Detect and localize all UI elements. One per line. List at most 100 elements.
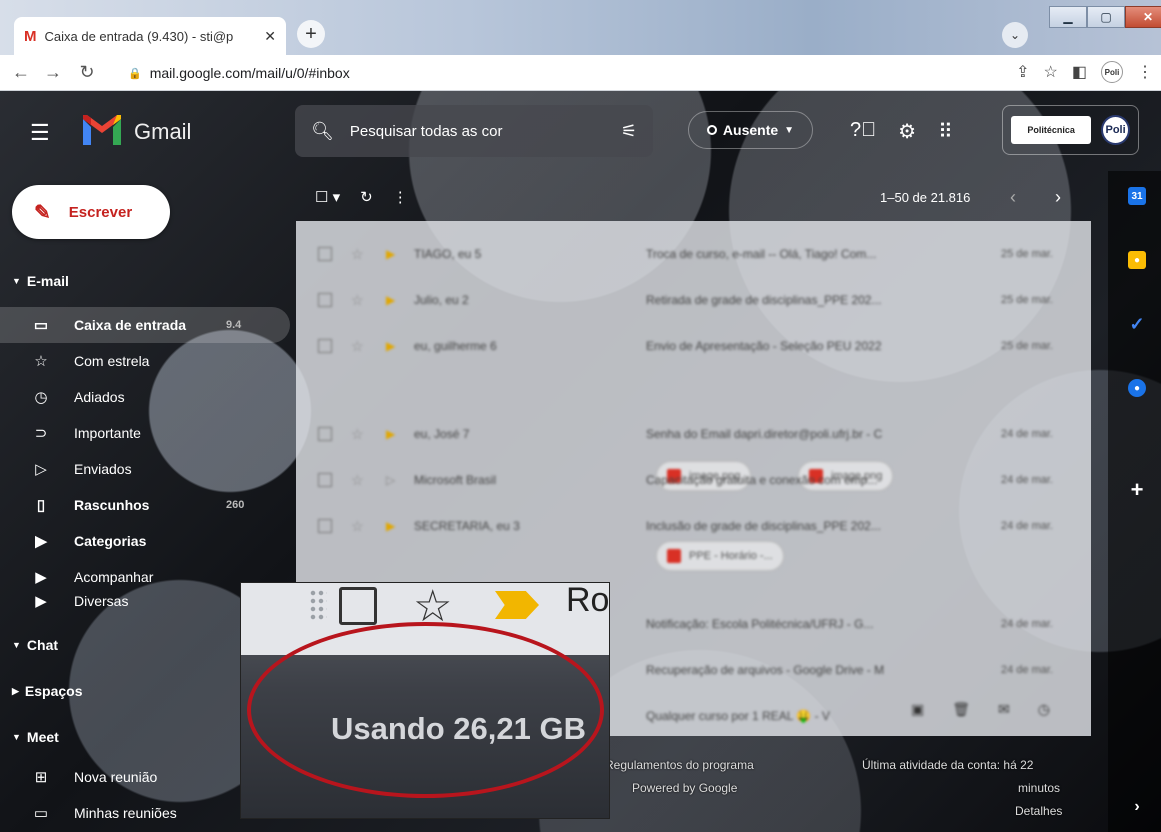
tab-close-icon[interactable]: ✕ (264, 28, 276, 45)
important-marker-icon[interactable]: ▶ (386, 339, 395, 353)
compose-button[interactable]: ✎ Escrever (12, 185, 170, 239)
browser-tab[interactable]: M Caixa de entrada (9.430) - sti@p ✕ (14, 17, 286, 55)
row-checkbox[interactable] (318, 473, 332, 487)
refresh-icon[interactable]: ↻ (360, 188, 373, 206)
search-input[interactable]: Pesquisar todas as cor (350, 123, 621, 140)
drag-handle-icon (309, 589, 327, 621)
important-marker-icon[interactable]: ▷ (386, 473, 395, 487)
sidebar-section-chat[interactable]: ▼ Chat (0, 637, 58, 653)
caret-down-icon: ▼ (12, 732, 21, 742)
settings-gear-icon[interactable]: ⚙ (898, 119, 916, 144)
share-icon[interactable]: ⇪ (1016, 62, 1029, 82)
sidebar-item-inbox[interactable]: ▭ Caixa de entrada 9.4 (0, 307, 290, 343)
sidebar-item-important[interactable]: ⊃ Importante (0, 415, 290, 451)
search-bar[interactable]: 🔍︎ Pesquisar todas as cor ⚟ (295, 105, 653, 157)
account-switcher[interactable]: Politécnica Poli (1002, 105, 1139, 155)
star-icon[interactable]: ☆ (351, 292, 364, 309)
tab-search-chevron-icon[interactable]: ⌄ (1002, 22, 1028, 48)
minimize-button[interactable]: ▁ (1049, 6, 1087, 28)
search-options-icon[interactable]: ⚟ (621, 121, 637, 142)
sidebar-item-sent[interactable]: ▷ Enviados (0, 451, 290, 487)
archive-icon[interactable]: ▣ (911, 701, 924, 718)
row-checkbox[interactable] (318, 339, 332, 353)
email-row[interactable]: ☆ ▶ TIAGO, eu 5 Troca de curso, e-mail -… (296, 231, 1091, 277)
date: 25 de mar. (1001, 294, 1053, 306)
browser-actions: ⇪ ☆ ◧ Poli ⋮ (1016, 61, 1153, 83)
forward-arrow-icon[interactable]: → (40, 62, 66, 83)
prev-page-icon[interactable]: ‹ (1010, 187, 1016, 208)
important-marker-icon[interactable]: ▶ (386, 427, 395, 441)
more-actions-icon[interactable]: ⋮ (393, 188, 408, 206)
star-icon[interactable]: ☆ (351, 246, 364, 263)
next-page-icon[interactable]: › (1055, 187, 1061, 208)
row-checkbox[interactable] (318, 293, 332, 307)
keep-app-icon[interactable]: ● (1128, 251, 1146, 269)
email-row[interactable]: ☆ ▷ Microsoft Brasil Capacitação gratuit… (296, 457, 1091, 503)
row-checkbox[interactable] (318, 519, 332, 533)
star-icon[interactable]: ☆ (351, 472, 364, 489)
contacts-app-icon[interactable]: ● (1128, 379, 1146, 397)
reload-icon[interactable]: ↻ (74, 62, 100, 83)
meet-item-label: Nova reunião (74, 769, 158, 785)
label-icon: ▶ (35, 569, 47, 586)
important-marker-icon[interactable]: ▶ (386, 293, 395, 307)
more-menu-icon[interactable]: ⋮ (1137, 62, 1153, 82)
sidebar-item-drafts[interactable]: ▯ Rascunhos 260 (0, 487, 290, 523)
gmail-header: ☰ Gmail 🔍︎ Pesquisar todas as cor ⚟ Ause… (0, 91, 1161, 171)
footer-powered: Powered by Google (632, 781, 738, 795)
close-window-button[interactable]: ✕ (1125, 6, 1161, 28)
zoomed-important-icon (495, 591, 539, 619)
status-dropdown[interactable]: Ausente ▼ (688, 111, 813, 149)
important-marker-icon[interactable]: ▶ (386, 247, 395, 261)
email-row[interactable]: ☆ ▶ eu, guilherme 6 Envio de Apresentaçã… (296, 323, 1091, 369)
footer-details-link[interactable]: Detalhes (1015, 804, 1062, 818)
apps-grid-icon[interactable]: ⠿ (938, 119, 953, 144)
add-app-icon[interactable]: + (1128, 477, 1146, 502)
help-icon[interactable]: ?⃝ (850, 119, 876, 144)
browser-tab-bar: M Caixa de entrada (9.430) - sti@p ✕ + ⌄… (0, 0, 1161, 55)
sidebar-section-email[interactable]: ▼ E-mail (0, 273, 69, 289)
sidebar-item-label: Categorias (74, 533, 147, 549)
sidebar-item-snoozed[interactable]: ◷ Adiados (0, 379, 290, 415)
pagination-label: 1–50 de 21.816 (880, 189, 971, 205)
label-icon: ▶ (35, 533, 47, 550)
attachment-chip[interactable]: PPE - Horário -... (656, 541, 784, 571)
date: 24 de mar. (1001, 428, 1053, 440)
url-field[interactable]: 🔒 mail.google.com/mail/u/0/#inbox (128, 59, 1058, 87)
main-menu-icon[interactable]: ☰ (30, 120, 50, 146)
mark-read-icon[interactable]: ✉ (998, 701, 1010, 718)
subject: Qualquer curso por 1 REAL 🤑 - V (646, 709, 830, 723)
side-panel-icon[interactable]: ◧ (1072, 62, 1087, 82)
row-checkbox[interactable] (318, 247, 332, 261)
account-avatar[interactable]: Poli (1101, 115, 1130, 145)
organization-logo: Politécnica (1011, 116, 1092, 144)
calendar-icon: ▭ (33, 805, 49, 822)
maximize-button[interactable]: ▢ (1087, 6, 1125, 28)
sidebar-section-spaces[interactable]: ▶ Espaços (0, 683, 83, 699)
star-icon[interactable]: ☆ (351, 338, 364, 355)
email-row[interactable]: ☆ ▶ Julio, eu 2 Retirada de grade de dis… (296, 277, 1091, 323)
search-icon[interactable]: 🔍︎ (311, 121, 334, 142)
sidebar-item-label: Rascunhos (74, 497, 150, 513)
important-marker-icon[interactable]: ▶ (386, 519, 395, 533)
new-tab-button[interactable]: + (297, 20, 325, 48)
email-row[interactable]: ☆ ▶ eu, José 7 Senha do Email dapri.dire… (296, 411, 1091, 457)
footer-minutes: minutos (1018, 781, 1061, 795)
expand-panel-icon[interactable]: › (1128, 798, 1146, 816)
star-icon[interactable]: ☆ (351, 426, 364, 443)
back-arrow-icon[interactable]: ← (8, 62, 34, 83)
snooze-icon[interactable]: ◷ (1038, 701, 1050, 718)
profile-avatar[interactable]: Poli (1101, 61, 1123, 83)
sidebar-item-categories[interactable]: ▶ Categorias (0, 523, 290, 559)
footer-program-link[interactable]: Regulamentos do programa (605, 758, 754, 772)
select-all-checkbox[interactable]: ☐ ▾ (315, 188, 340, 206)
star-icon[interactable]: ☆ (351, 518, 364, 535)
bookmark-star-icon[interactable]: ☆ (1044, 62, 1058, 82)
sidebar-section-meet[interactable]: ▼ Meet (0, 729, 59, 745)
sidebar-item-starred[interactable]: ☆ Com estrela (0, 343, 290, 379)
row-checkbox[interactable] (318, 427, 332, 441)
delete-icon[interactable]: 🗑︎ (952, 701, 970, 718)
calendar-app-icon[interactable]: 31 (1128, 187, 1146, 205)
pencil-icon: ✎ (34, 201, 51, 224)
tasks-app-icon[interactable]: ✓ (1128, 314, 1146, 334)
